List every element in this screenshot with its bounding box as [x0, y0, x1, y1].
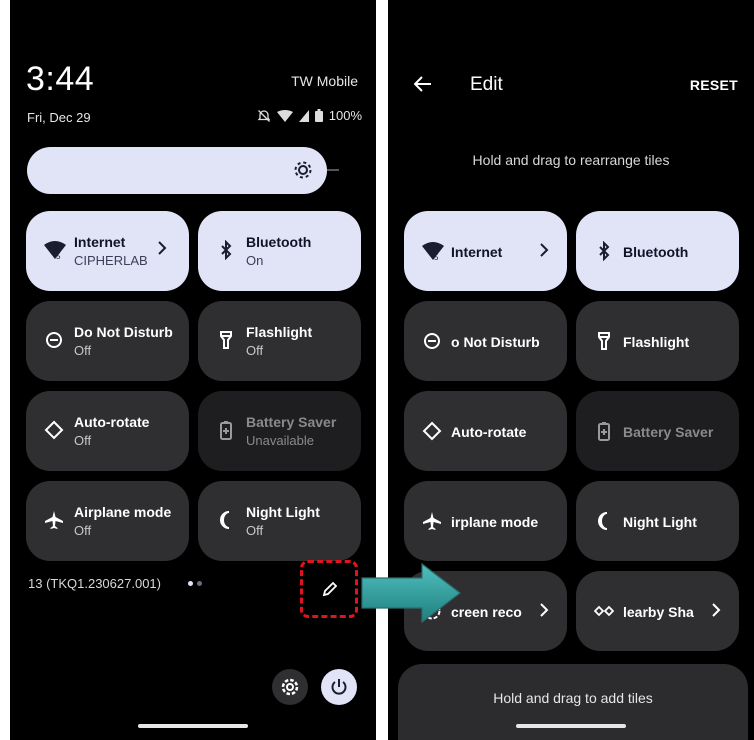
build-number: 13 (TKQ1.230627.001) — [28, 576, 161, 591]
transition-arrow — [360, 562, 462, 629]
brightness-icon — [293, 160, 313, 185]
chevron-right-icon[interactable] — [157, 241, 167, 260]
tile-subtitle: Off — [74, 523, 92, 538]
edit-tiles-panel: Edit RESET Hold and drag to rearrange ti… — [388, 0, 754, 740]
wifi-signal-icon — [276, 109, 293, 122]
tile-do-not-disturb[interactable]: o Not Disturb — [404, 301, 567, 381]
flashlight-icon — [594, 331, 614, 351]
alarm-off-icon — [257, 109, 271, 123]
tile-bluetooth[interactable]: Bluetooth On — [198, 211, 361, 291]
tile-title: Battery Saver — [623, 424, 714, 440]
tile-title: Auto-rotate — [451, 424, 527, 440]
tile-night-light[interactable]: Night Light Off — [198, 481, 361, 561]
bluetooth-icon — [594, 240, 614, 262]
date-label: Fri, Dec 29 — [27, 110, 91, 125]
settings-button[interactable] — [272, 669, 308, 705]
auto-rotate-icon — [422, 421, 442, 441]
tile-title: o Not Disturb — [451, 334, 540, 350]
home-indicator[interactable] — [516, 724, 626, 728]
back-arrow-icon[interactable] — [413, 76, 432, 97]
bluetooth-icon — [216, 239, 236, 261]
tile-title: Night Light — [623, 514, 697, 530]
tile-auto-rotate[interactable]: Auto-rotate — [404, 391, 567, 471]
svg-text:5: 5 — [56, 252, 61, 260]
cell-signal-icon — [298, 109, 309, 122]
night-light-icon — [216, 510, 236, 530]
power-button[interactable] — [321, 669, 357, 705]
tile-flashlight[interactable]: Flashlight Off — [198, 301, 361, 381]
tile-title: Do Not Disturb — [74, 324, 173, 340]
chevron-right-icon — [539, 603, 549, 622]
tile-subtitle: Off — [246, 523, 264, 538]
tile-battery-saver[interactable]: Battery Saver Unavailable — [198, 391, 361, 471]
tile-battery-saver[interactable]: Battery Saver — [576, 391, 739, 471]
brightness-slider[interactable] — [27, 147, 327, 194]
tile-subtitle: Off — [246, 343, 264, 358]
tile-title: Auto-rotate — [74, 414, 150, 430]
airplane-icon — [44, 510, 64, 530]
page-dot — [197, 581, 202, 586]
airplane-icon — [422, 511, 442, 531]
wifi-icon: 5 — [44, 240, 66, 261]
tile-title: Night Light — [246, 504, 320, 520]
night-light-icon — [594, 511, 614, 531]
tile-title: Internet — [451, 244, 503, 260]
tile-title: Internet — [74, 234, 126, 250]
tile-title: learby Sha — [623, 604, 694, 620]
tile-night-light[interactable]: Night Light — [576, 481, 739, 561]
page-dot-active — [188, 581, 193, 586]
tile-title: Flashlight — [623, 334, 690, 350]
tile-auto-rotate[interactable]: Auto-rotate Off — [26, 391, 189, 471]
tile-title: Bluetooth — [623, 244, 689, 260]
carrier-name: TW Mobile — [291, 73, 358, 89]
brightness-track — [327, 169, 339, 171]
tile-title: Flashlight — [246, 324, 313, 340]
battery-icon — [314, 109, 323, 122]
svg-text:5: 5 — [434, 253, 439, 261]
tile-flashlight[interactable]: Flashlight — [576, 301, 739, 381]
battery-saver-icon — [216, 420, 236, 440]
flashlight-icon — [216, 330, 236, 350]
tile-subtitle: On — [246, 253, 264, 268]
tile-nearby-share[interactable]: learby Sha — [576, 571, 739, 651]
tile-airplane-mode[interactable]: irplane mode — [404, 481, 567, 561]
tile-title: Airplane mode — [74, 504, 172, 520]
wifi-icon: 5 — [422, 241, 444, 262]
tile-title: irplane mode — [451, 514, 539, 530]
home-indicator[interactable] — [138, 724, 248, 728]
chevron-right-icon — [539, 243, 549, 262]
tile-subtitle: Unavailable — [246, 433, 314, 448]
page-title: Edit — [470, 74, 503, 95]
tile-bluetooth[interactable]: Bluetooth — [576, 211, 739, 291]
clock: 3:44 — [26, 60, 95, 98]
tile-subtitle: Off — [74, 343, 92, 358]
do-not-disturb-icon — [44, 330, 64, 350]
tile-do-not-disturb[interactable]: Do Not Disturb Off — [26, 301, 189, 381]
page-indicator — [188, 581, 202, 586]
do-not-disturb-icon — [422, 331, 442, 351]
tile-title: Bluetooth — [246, 234, 312, 250]
chevron-right-icon — [711, 603, 721, 622]
battery-saver-icon — [594, 421, 614, 441]
nearby-share-icon — [593, 601, 615, 621]
tile-subtitle: CIPHERLAB — [74, 253, 148, 268]
status-icons: 100% — [257, 108, 362, 123]
tile-airplane-mode[interactable]: Airplane mode Off — [26, 481, 189, 561]
tile-subtitle: Off — [74, 433, 92, 448]
tile-internet[interactable]: 5 Internet CIPHERLAB — [26, 211, 189, 291]
reset-button[interactable]: RESET — [690, 77, 738, 93]
edit-button-highlight[interactable] — [300, 560, 358, 618]
auto-rotate-icon — [44, 420, 64, 440]
tile-internet[interactable]: 5 Internet — [404, 211, 567, 291]
battery-percent: 100% — [328, 108, 362, 123]
rearrange-hint: Hold and drag to rearrange tiles — [472, 152, 670, 168]
add-tiles-hint: Hold and drag to add tiles — [493, 690, 653, 706]
quick-settings-panel: 3:44 TW Mobile Fri, Dec 29 100% 5 Intern… — [10, 0, 376, 740]
add-tiles-panel[interactable]: Hold and drag to add tiles — [398, 664, 748, 740]
tile-title: Battery Saver — [246, 414, 337, 430]
